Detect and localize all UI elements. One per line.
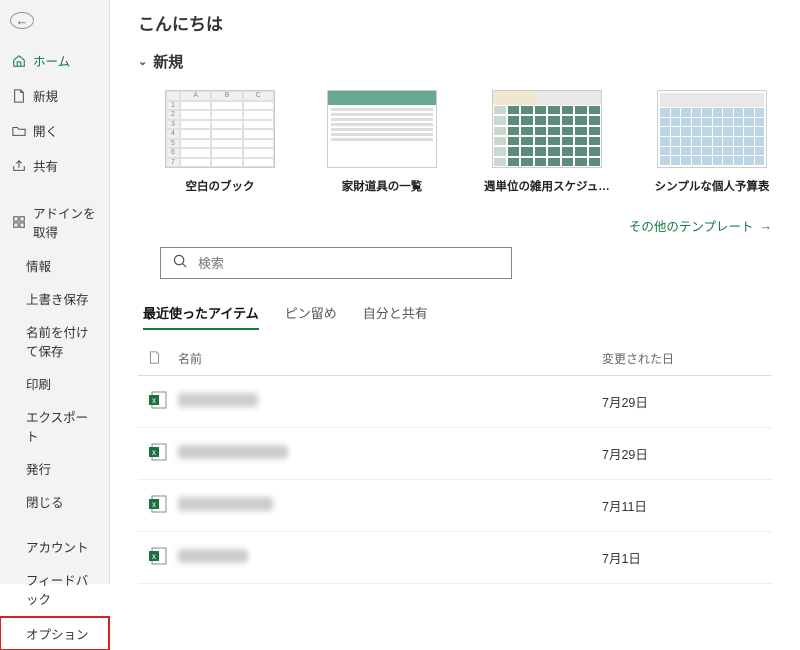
sidebar-item-label: 共有	[33, 156, 58, 175]
arrow-right-icon: →	[760, 219, 773, 233]
file-name	[178, 497, 602, 514]
file-name	[178, 445, 602, 462]
template-label: 家財道具の一覧	[322, 178, 442, 194]
template-schedule[interactable]: 週単位の雑用スケジュール (プ…	[484, 90, 610, 194]
xlsx-icon: x	[148, 546, 178, 569]
page-title: こんにちは	[138, 10, 772, 35]
table-row[interactable]: x 7月29日	[138, 376, 772, 428]
sidebar-item-export[interactable]: エクスポート	[0, 400, 109, 452]
file-name	[178, 393, 602, 410]
template-label: 空白のブック	[160, 178, 280, 194]
sidebar-item-close[interactable]: 閉じる	[0, 485, 109, 518]
file-date: 7月11日	[602, 496, 772, 515]
sidebar-item-label: 新規	[33, 86, 58, 105]
sidebar-item-open[interactable]: 開く	[0, 113, 109, 148]
search-input[interactable]	[198, 256, 499, 271]
sidebar-item-account[interactable]: アカウント	[0, 530, 109, 563]
col-header-date[interactable]: 変更された日	[602, 350, 772, 367]
col-header-name[interactable]: 名前	[178, 350, 602, 367]
xlsx-icon: x	[148, 442, 178, 465]
template-label: 週単位の雑用スケジュール (プ…	[484, 178, 610, 194]
xlsx-icon: x	[148, 390, 178, 413]
sidebar-item-label: アドインを取得	[33, 203, 99, 241]
main-panel: こんにちは ⌄ 新規 ABC1234567 空白のブック 家財道具の一覧	[110, 0, 800, 584]
sidebar-item-print[interactable]: 印刷	[0, 367, 109, 400]
sidebar-item-label: 開く	[33, 121, 58, 140]
template-thumbnail	[657, 90, 767, 168]
sidebar-item-info[interactable]: 情報	[0, 249, 109, 282]
table-row[interactable]: x 7月11日	[138, 480, 772, 532]
tab-pinned[interactable]: ピン留め	[285, 303, 337, 330]
sidebar: ← ホーム 新規 開く 共有 アドインを取得 情報 上書き保存 名前を付けて保存…	[0, 0, 110, 584]
sidebar-item-home[interactable]: ホーム	[0, 43, 109, 78]
template-inventory[interactable]: 家財道具の一覧	[322, 90, 442, 194]
sidebar-item-saveas[interactable]: 名前を付けて保存	[0, 315, 109, 367]
template-blank[interactable]: ABC1234567 空白のブック	[160, 90, 280, 194]
svg-text:x: x	[152, 552, 156, 561]
more-templates-label: その他のテンプレート	[629, 216, 754, 235]
sidebar-item-feedback[interactable]: フィードバック	[0, 563, 109, 615]
tab-shared[interactable]: 自分と共有	[363, 303, 428, 330]
svg-text:x: x	[152, 448, 156, 457]
sidebar-item-save[interactable]: 上書き保存	[0, 282, 109, 315]
table-row[interactable]: x 7月1日	[138, 532, 772, 584]
template-budget[interactable]: シンプルな個人予算表	[652, 90, 772, 194]
file-date: 7月29日	[602, 392, 772, 411]
sidebar-item-share[interactable]: 共有	[0, 148, 109, 183]
chevron-down-icon: ⌄	[138, 55, 147, 68]
file-name	[178, 549, 602, 566]
sidebar-item-options[interactable]: オプション	[0, 617, 109, 650]
sidebar-item-label: ホーム	[33, 51, 70, 70]
doc-icon	[148, 351, 178, 367]
search-box[interactable]	[160, 247, 512, 279]
svg-text:x: x	[152, 396, 156, 405]
template-list: ABC1234567 空白のブック 家財道具の一覧 週単位の雑用スケジュール (…	[160, 90, 772, 194]
tab-recent[interactable]: 最近使ったアイテム	[143, 303, 259, 330]
file-date: 7月29日	[602, 444, 772, 463]
search-icon	[173, 254, 188, 272]
template-thumbnail	[492, 90, 602, 168]
folder-icon	[12, 124, 26, 138]
template-thumbnail	[327, 90, 437, 168]
new-section-header[interactable]: ⌄ 新規	[138, 51, 772, 72]
template-label: シンプルな個人予算表	[652, 178, 772, 194]
back-arrow-icon: ←	[16, 13, 29, 28]
grid-icon	[12, 215, 26, 229]
sidebar-item-publish[interactable]: 発行	[0, 452, 109, 485]
recent-tabs: 最近使ったアイテム ピン留め 自分と共有	[143, 303, 772, 330]
doc-icon	[12, 89, 26, 103]
table-header: 名前 変更された日	[138, 342, 772, 376]
svg-text:x: x	[152, 500, 156, 509]
more-templates-link[interactable]: その他のテンプレート →	[138, 216, 772, 235]
sidebar-item-addins[interactable]: アドインを取得	[0, 195, 109, 249]
sidebar-item-new[interactable]: 新規	[0, 78, 109, 113]
section-title: 新規	[153, 51, 183, 72]
back-button[interactable]: ←	[10, 12, 34, 29]
xlsx-icon: x	[148, 494, 178, 517]
share-icon	[12, 159, 26, 173]
table-row[interactable]: x 7月29日	[138, 428, 772, 480]
file-date: 7月1日	[602, 548, 772, 567]
home-icon	[12, 54, 26, 68]
template-thumbnail: ABC1234567	[165, 90, 275, 168]
